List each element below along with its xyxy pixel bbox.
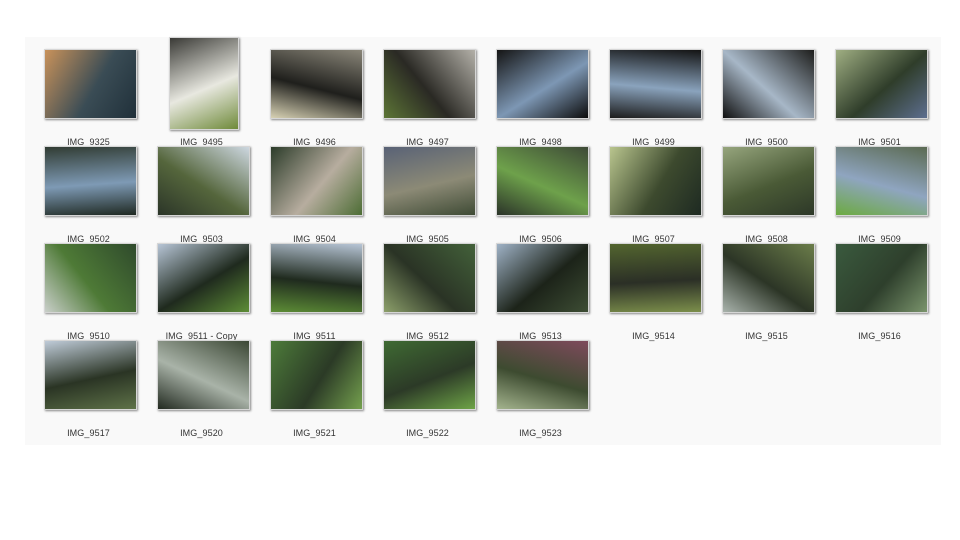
thumbnail-frame bbox=[835, 231, 928, 324]
image-thumbnail[interactable] bbox=[157, 242, 250, 313]
image-thumbnail[interactable] bbox=[835, 242, 928, 313]
image-thumbnail[interactable] bbox=[270, 48, 363, 119]
thumbnail-frame bbox=[44, 231, 137, 324]
image-thumbnail[interactable] bbox=[722, 242, 815, 313]
image-thumbnail[interactable] bbox=[44, 48, 137, 119]
image-thumbnail[interactable] bbox=[496, 145, 589, 216]
thumbnail-frame bbox=[157, 328, 250, 421]
file-item[interactable]: IMG_9515 bbox=[710, 231, 823, 341]
file-item[interactable]: IMG_9511 bbox=[258, 231, 371, 341]
thumbnail-frame bbox=[44, 134, 137, 227]
thumbnail-frame bbox=[496, 134, 589, 227]
file-item[interactable]: IMG_9521 bbox=[258, 328, 371, 438]
file-item[interactable]: IMG_9508 bbox=[710, 134, 823, 244]
file-item[interactable]: IMG_9513 bbox=[484, 231, 597, 341]
thumbnail-frame bbox=[609, 231, 702, 324]
image-thumbnail[interactable] bbox=[157, 145, 250, 216]
file-item[interactable]: IMG_9517 bbox=[32, 328, 145, 438]
thumbnail-frame bbox=[722, 231, 815, 324]
file-item[interactable]: IMG_9498 bbox=[484, 37, 597, 147]
file-item[interactable]: IMG_9516 bbox=[823, 231, 936, 341]
image-thumbnail[interactable] bbox=[496, 48, 589, 119]
file-name-label[interactable]: IMG_9516 bbox=[823, 331, 936, 342]
image-thumbnail[interactable] bbox=[835, 145, 928, 216]
image-thumbnail[interactable] bbox=[44, 242, 137, 313]
thumbnail-frame bbox=[609, 37, 702, 130]
file-item[interactable]: IMG_9497 bbox=[371, 37, 484, 147]
file-item[interactable]: IMG_9325 bbox=[32, 37, 145, 147]
thumbnail-frame bbox=[496, 37, 589, 130]
image-thumbnail[interactable] bbox=[270, 242, 363, 313]
thumbnail-frame bbox=[270, 328, 363, 421]
thumbnail-frame bbox=[270, 231, 363, 324]
file-name-label[interactable]: IMG_9514 bbox=[597, 331, 710, 342]
thumbnail-frame bbox=[383, 231, 476, 324]
image-thumbnail[interactable] bbox=[383, 242, 476, 313]
file-item[interactable]: IMG_9500 bbox=[710, 37, 823, 147]
file-item[interactable]: IMG_9504 bbox=[258, 134, 371, 244]
thumbnail-frame bbox=[157, 134, 250, 227]
image-thumbnail[interactable] bbox=[270, 339, 363, 410]
image-thumbnail[interactable] bbox=[609, 242, 702, 313]
thumbnail-frame bbox=[835, 37, 928, 130]
thumbnail-frame bbox=[383, 328, 476, 421]
file-item[interactable]: IMG_9495 bbox=[145, 37, 258, 147]
image-thumbnail[interactable] bbox=[270, 145, 363, 216]
file-item[interactable]: IMG_9499 bbox=[597, 37, 710, 147]
file-item[interactable]: IMG_9522 bbox=[371, 328, 484, 438]
image-thumbnail[interactable] bbox=[609, 145, 702, 216]
image-thumbnail[interactable] bbox=[44, 339, 137, 410]
thumbnail-frame bbox=[496, 231, 589, 324]
file-name-label[interactable]: IMG_9515 bbox=[710, 331, 823, 342]
image-thumbnail[interactable] bbox=[496, 242, 589, 313]
thumbnail-frame bbox=[496, 328, 589, 421]
file-item[interactable]: IMG_9510 bbox=[32, 231, 145, 341]
thumbnail-frame bbox=[383, 37, 476, 130]
image-thumbnail[interactable] bbox=[383, 145, 476, 216]
thumbnail-frame bbox=[609, 134, 702, 227]
file-browser-panel: IMG_9325 IMG_9495 IMG_9496 IMG_9497 IMG_9498… bbox=[25, 37, 941, 445]
file-name-label[interactable]: IMG_9521 bbox=[258, 428, 371, 439]
file-item[interactable]: IMG_9505 bbox=[371, 134, 484, 244]
thumbnail-frame bbox=[44, 328, 137, 421]
image-thumbnail[interactable] bbox=[496, 339, 589, 410]
file-name-label[interactable]: IMG_9520 bbox=[145, 428, 258, 439]
image-thumbnail[interactable] bbox=[609, 48, 702, 119]
thumbnail-grid: IMG_9325 IMG_9495 IMG_9496 IMG_9497 IMG_9498… bbox=[32, 37, 936, 438]
thumbnail-frame bbox=[835, 134, 928, 227]
image-thumbnail[interactable] bbox=[383, 48, 476, 119]
thumbnail-frame bbox=[157, 231, 250, 324]
file-item[interactable]: IMG_9523 bbox=[484, 328, 597, 438]
file-item[interactable]: IMG_9520 bbox=[145, 328, 258, 438]
file-item[interactable]: IMG_9512 bbox=[371, 231, 484, 341]
thumbnail-frame bbox=[44, 37, 137, 130]
file-name-label[interactable]: IMG_9523 bbox=[484, 428, 597, 439]
file-item[interactable]: IMG_9496 bbox=[258, 37, 371, 147]
file-item[interactable]: IMG_9502 bbox=[32, 134, 145, 244]
file-name-label[interactable]: IMG_9517 bbox=[32, 428, 145, 439]
file-item[interactable]: IMG_9507 bbox=[597, 134, 710, 244]
file-item[interactable]: IMG_9503 bbox=[145, 134, 258, 244]
file-item[interactable]: IMG_9511 - Copy bbox=[145, 231, 258, 341]
file-name-label[interactable]: IMG_9522 bbox=[371, 428, 484, 439]
thumbnail-frame bbox=[383, 134, 476, 227]
file-item[interactable]: IMG_9501 bbox=[823, 37, 936, 147]
image-thumbnail[interactable] bbox=[157, 339, 250, 410]
file-item[interactable]: IMG_9514 bbox=[597, 231, 710, 341]
file-item[interactable]: IMG_9509 bbox=[823, 134, 936, 244]
thumbnail-frame bbox=[270, 37, 363, 130]
image-thumbnail[interactable] bbox=[168, 37, 239, 130]
image-thumbnail[interactable] bbox=[835, 48, 928, 119]
thumbnail-frame bbox=[722, 37, 815, 130]
image-thumbnail[interactable] bbox=[383, 339, 476, 410]
image-thumbnail[interactable] bbox=[722, 48, 815, 119]
thumbnail-frame bbox=[270, 134, 363, 227]
thumbnail-frame bbox=[157, 37, 250, 130]
image-thumbnail[interactable] bbox=[44, 145, 137, 216]
file-item[interactable]: IMG_9506 bbox=[484, 134, 597, 244]
image-thumbnail[interactable] bbox=[722, 145, 815, 216]
thumbnail-frame bbox=[722, 134, 815, 227]
